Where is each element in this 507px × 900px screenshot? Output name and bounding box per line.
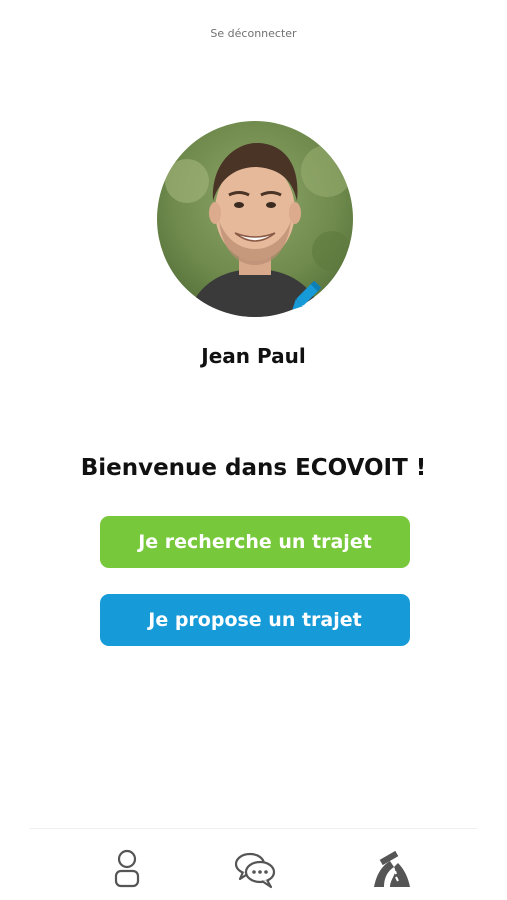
logout-link[interactable]: Se déconnecter [0,27,507,40]
tab-trips[interactable] [370,847,414,891]
offer-trip-button[interactable]: Je propose un trajet [100,594,410,646]
home-screen: Se déconnecter Jean Paul Bienvenue dans … [0,0,507,900]
profile-avatar-container [157,121,353,317]
search-trip-button[interactable]: Je recherche un trajet [100,516,410,568]
user-icon [114,849,140,888]
road-icon [374,850,410,887]
user-name: Jean Paul [201,344,306,368]
edit-pencil-icon[interactable] [285,277,325,317]
welcome-heading: Bienvenue dans ECOVOIT ! [80,455,427,481]
bottom-tab-bar [30,828,477,900]
chat-bubbles-icon [234,852,276,889]
tab-profile[interactable] [105,847,149,891]
tab-messages[interactable] [233,847,277,891]
